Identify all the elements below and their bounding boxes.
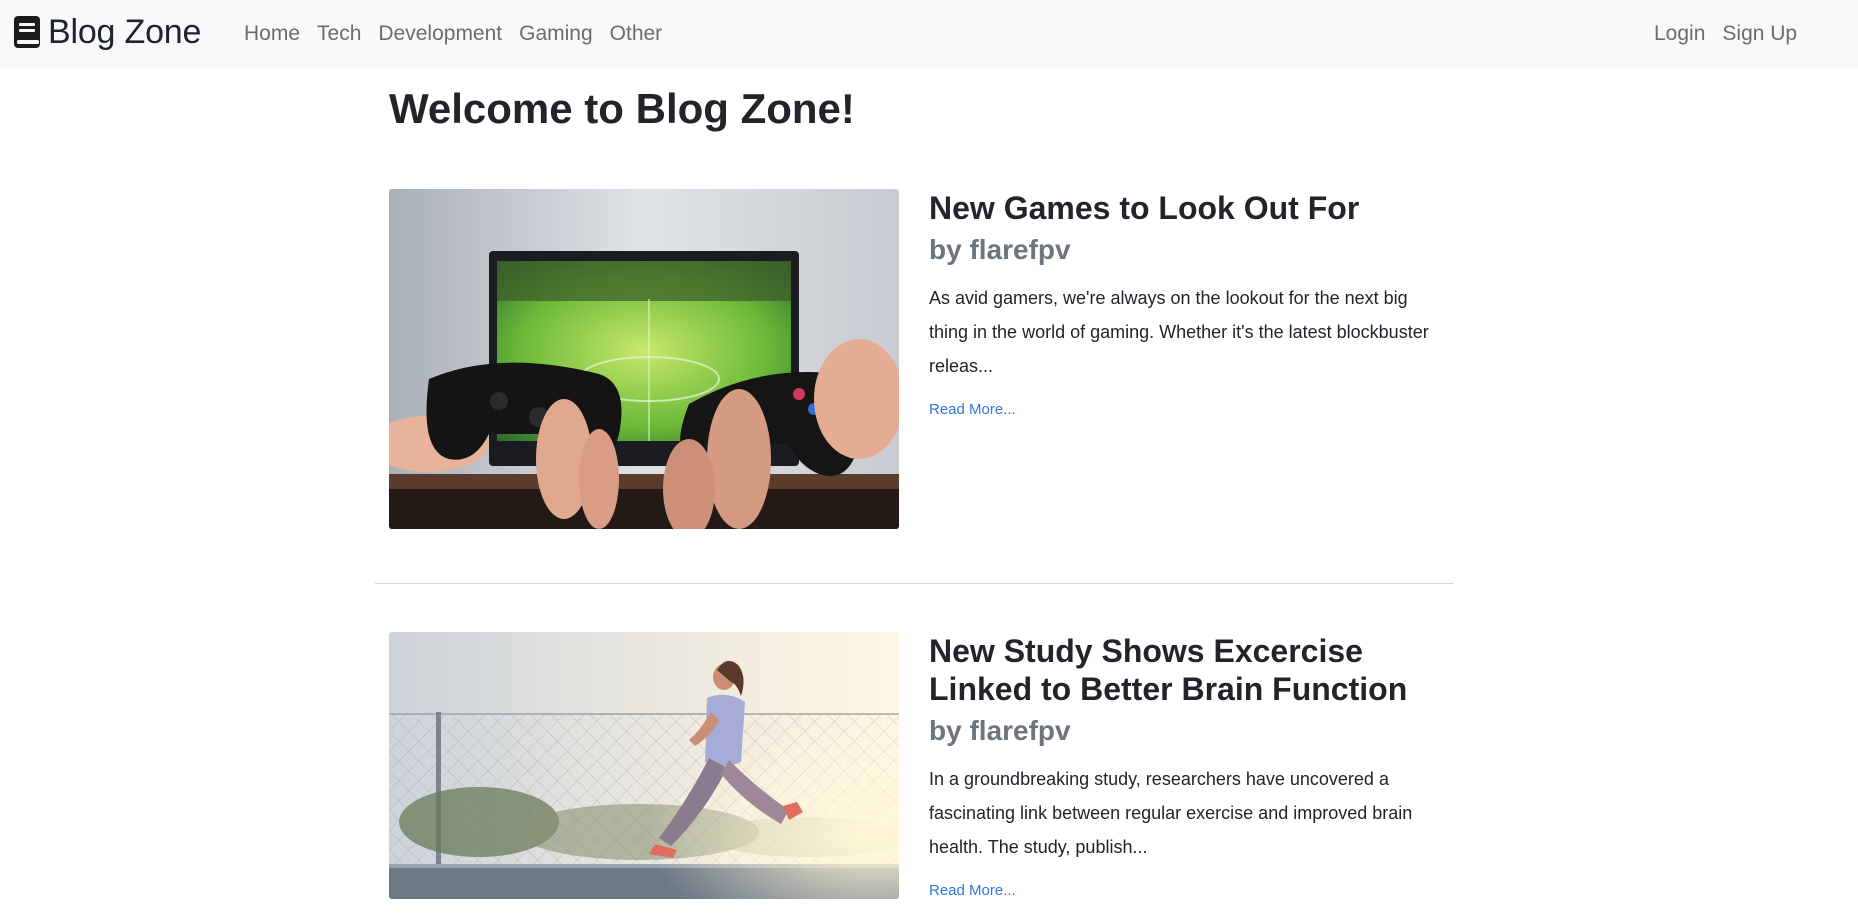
post-author: by flarefpv bbox=[929, 234, 1071, 265]
page-title: Welcome to Blog Zone! bbox=[389, 85, 855, 132]
post-excerpt: As avid gamers, we're always on the look… bbox=[929, 288, 1429, 376]
nav-development[interactable]: Development bbox=[378, 22, 502, 46]
post-divider bbox=[375, 583, 1454, 584]
nav-gaming[interactable]: Gaming bbox=[519, 22, 593, 46]
nav-home[interactable]: Home bbox=[244, 22, 300, 46]
primary-nav: Home Tech Development Gaming Other bbox=[244, 0, 679, 68]
nav-other[interactable]: Other bbox=[610, 22, 663, 46]
post-title[interactable]: New Games to Look Out For bbox=[929, 189, 1449, 227]
read-more-link[interactable]: Read More... bbox=[929, 882, 1016, 899]
post-author: by flarefpv bbox=[929, 715, 1071, 746]
post-body: New Study Shows Excercise Linked to Bett… bbox=[929, 632, 1449, 900]
nav-tech[interactable]: Tech bbox=[317, 22, 361, 46]
post-title[interactable]: New Study Shows Excercise Linked to Bett… bbox=[929, 632, 1449, 708]
signup-link[interactable]: Sign Up bbox=[1722, 22, 1797, 46]
auth-nav: Login Sign Up bbox=[1654, 0, 1814, 68]
navbar: Blog Zone Home Tech Development Gaming O… bbox=[0, 0, 1858, 68]
post-excerpt: In a groundbreaking study, researchers h… bbox=[929, 769, 1413, 857]
brand-name: Blog Zone bbox=[48, 13, 202, 51]
post-body: New Games to Look Out For by flarefpv As… bbox=[929, 189, 1449, 419]
book-icon bbox=[14, 16, 40, 48]
login-link[interactable]: Login bbox=[1654, 22, 1705, 46]
game-controllers-image[interactable] bbox=[389, 189, 899, 529]
woman-running-image[interactable] bbox=[389, 632, 899, 899]
brand-link[interactable]: Blog Zone bbox=[13, 13, 201, 51]
read-more-link[interactable]: Read More... bbox=[929, 401, 1016, 418]
